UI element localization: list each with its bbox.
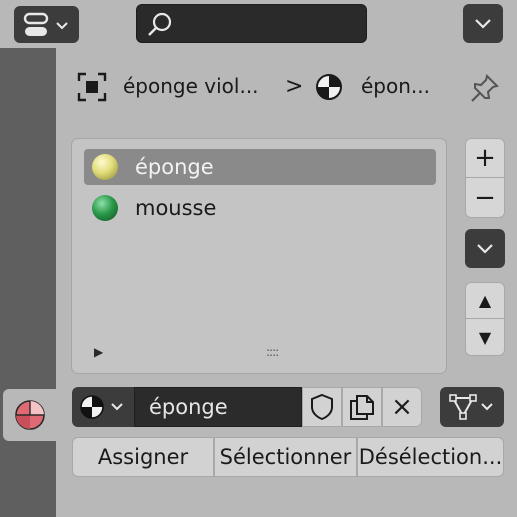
- material-tab-icon: [14, 400, 45, 430]
- select-button[interactable]: Sélectionner: [214, 437, 357, 477]
- material-ball-icon: [92, 195, 118, 221]
- move-up-button[interactable]: ▲: [466, 283, 504, 319]
- breadcrumb-material-label: épon...: [361, 74, 430, 98]
- search-field[interactable]: [136, 4, 367, 43]
- chevron-down-icon: [475, 18, 491, 29]
- material-ball-icon: [92, 154, 118, 180]
- tab-material[interactable]: [3, 389, 56, 441]
- list-item[interactable]: éponge: [84, 149, 436, 185]
- list-resize-grip[interactable]: ::::: [266, 345, 279, 359]
- breadcrumb-separator: >: [285, 74, 304, 99]
- breadcrumb: éponge viol... > épon...: [71, 70, 451, 106]
- search-icon: [148, 12, 172, 36]
- material-icon: [316, 74, 342, 100]
- mesh-data-icon: [449, 394, 493, 420]
- list-expand-icon[interactable]: ▶: [94, 345, 103, 359]
- list-item[interactable]: mousse: [84, 190, 436, 226]
- slot-add-remove-group: + −: [465, 138, 505, 218]
- duplicate-icon: [350, 395, 374, 420]
- material-slot-list[interactable]: éponge mousse ▶ ::::: [71, 138, 447, 374]
- remove-slot-button[interactable]: −: [466, 178, 504, 217]
- slot-specials-button[interactable]: [465, 229, 505, 268]
- chevron-down-icon: [477, 243, 493, 254]
- search-input[interactable]: [177, 11, 357, 37]
- header-options-button[interactable]: [463, 4, 503, 43]
- browse-material-button[interactable]: [72, 387, 134, 427]
- unlink-material-button[interactable]: ×: [382, 387, 422, 427]
- link-type-button[interactable]: [440, 387, 504, 427]
- pin-icon[interactable]: [469, 72, 501, 104]
- list-item-label: mousse: [135, 196, 217, 220]
- fake-user-button[interactable]: [302, 387, 342, 427]
- slot-move-group: ▲ ▼: [465, 282, 505, 356]
- editor-type-icon: [23, 12, 68, 36]
- material-name-field[interactable]: éponge: [134, 387, 302, 427]
- add-slot-button[interactable]: +: [466, 139, 504, 178]
- deselect-button[interactable]: Désélection...: [357, 437, 504, 477]
- material-browse-icon: [80, 395, 123, 419]
- editor-type-button[interactable]: [14, 6, 79, 43]
- breadcrumb-object-label: éponge viol...: [123, 74, 259, 98]
- move-down-button[interactable]: ▼: [466, 319, 504, 355]
- assign-button[interactable]: Assigner: [72, 437, 214, 477]
- list-item-label: éponge: [135, 155, 214, 179]
- shield-icon: [311, 393, 333, 421]
- duplicate-material-button[interactable]: [342, 387, 382, 427]
- properties-tab-strip: [0, 48, 56, 517]
- object-icon: [77, 72, 107, 102]
